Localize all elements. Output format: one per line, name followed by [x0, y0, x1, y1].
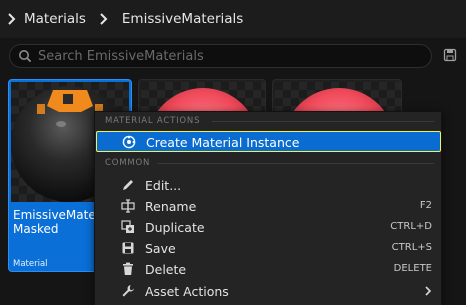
breadcrumb-item-materials[interactable]: Materials [24, 11, 86, 27]
breadcrumb-item-emissive-materials[interactable]: EmissiveMaterials [122, 11, 243, 27]
menu-item-label: Asset Actions [145, 284, 229, 299]
section-divider [212, 121, 434, 122]
duplicate-icon [121, 220, 134, 233]
menu-item-label: Create Material Instance [146, 135, 300, 150]
menu-item-label: Duplicate [145, 220, 205, 235]
chevron-right-icon [425, 286, 432, 296]
chevron-right-icon[interactable] [96, 11, 112, 27]
trash-icon [123, 262, 133, 275]
context-menu: MATERIAL ACTIONS Create Material Instanc… [94, 111, 442, 305]
search-field[interactable] [9, 44, 432, 68]
breadcrumb: Materials EmissiveMaterials [0, 0, 466, 38]
rename-icon [121, 199, 135, 213]
asset-type: Material [13, 259, 48, 269]
menu-item-label: Rename [145, 199, 197, 214]
menu-item-asset-actions[interactable]: Asset Actions [96, 281, 441, 302]
menu-item-rename[interactable]: Rename F2 [96, 196, 441, 217]
save-search-icon[interactable] [443, 48, 457, 62]
menu-item-label: Save [145, 241, 176, 256]
search-icon [19, 50, 32, 63]
material-instance-icon [122, 135, 136, 149]
search-input[interactable] [38, 46, 418, 66]
menu-item-delete[interactable]: Delete DELETE [96, 259, 441, 280]
menu-item-edit[interactable]: Edit... [96, 175, 441, 196]
section-header-material-actions: MATERIAL ACTIONS [105, 116, 201, 126]
section-header-common: COMMON [105, 158, 151, 168]
save-icon [122, 242, 134, 254]
menu-item-duplicate[interactable]: Duplicate CTRL+D [96, 217, 441, 238]
menu-item-label: Edit... [145, 178, 182, 193]
search-bar [0, 38, 466, 74]
menu-item-shortcut: CTRL+S [391, 242, 432, 253]
menu-item-label: Delete [145, 262, 187, 277]
menu-item-shortcut: DELETE [393, 263, 432, 274]
chevron-right-icon[interactable] [4, 11, 20, 27]
menu-item-create-material-instance[interactable]: Create Material Instance [96, 131, 441, 152]
menu-item-shortcut: F2 [419, 200, 432, 211]
edit-icon [123, 180, 133, 190]
wrench-icon [122, 285, 134, 297]
section-divider [157, 163, 434, 164]
menu-item-save[interactable]: Save CTRL+S [96, 238, 441, 259]
menu-item-shortcut: CTRL+D [390, 221, 432, 232]
